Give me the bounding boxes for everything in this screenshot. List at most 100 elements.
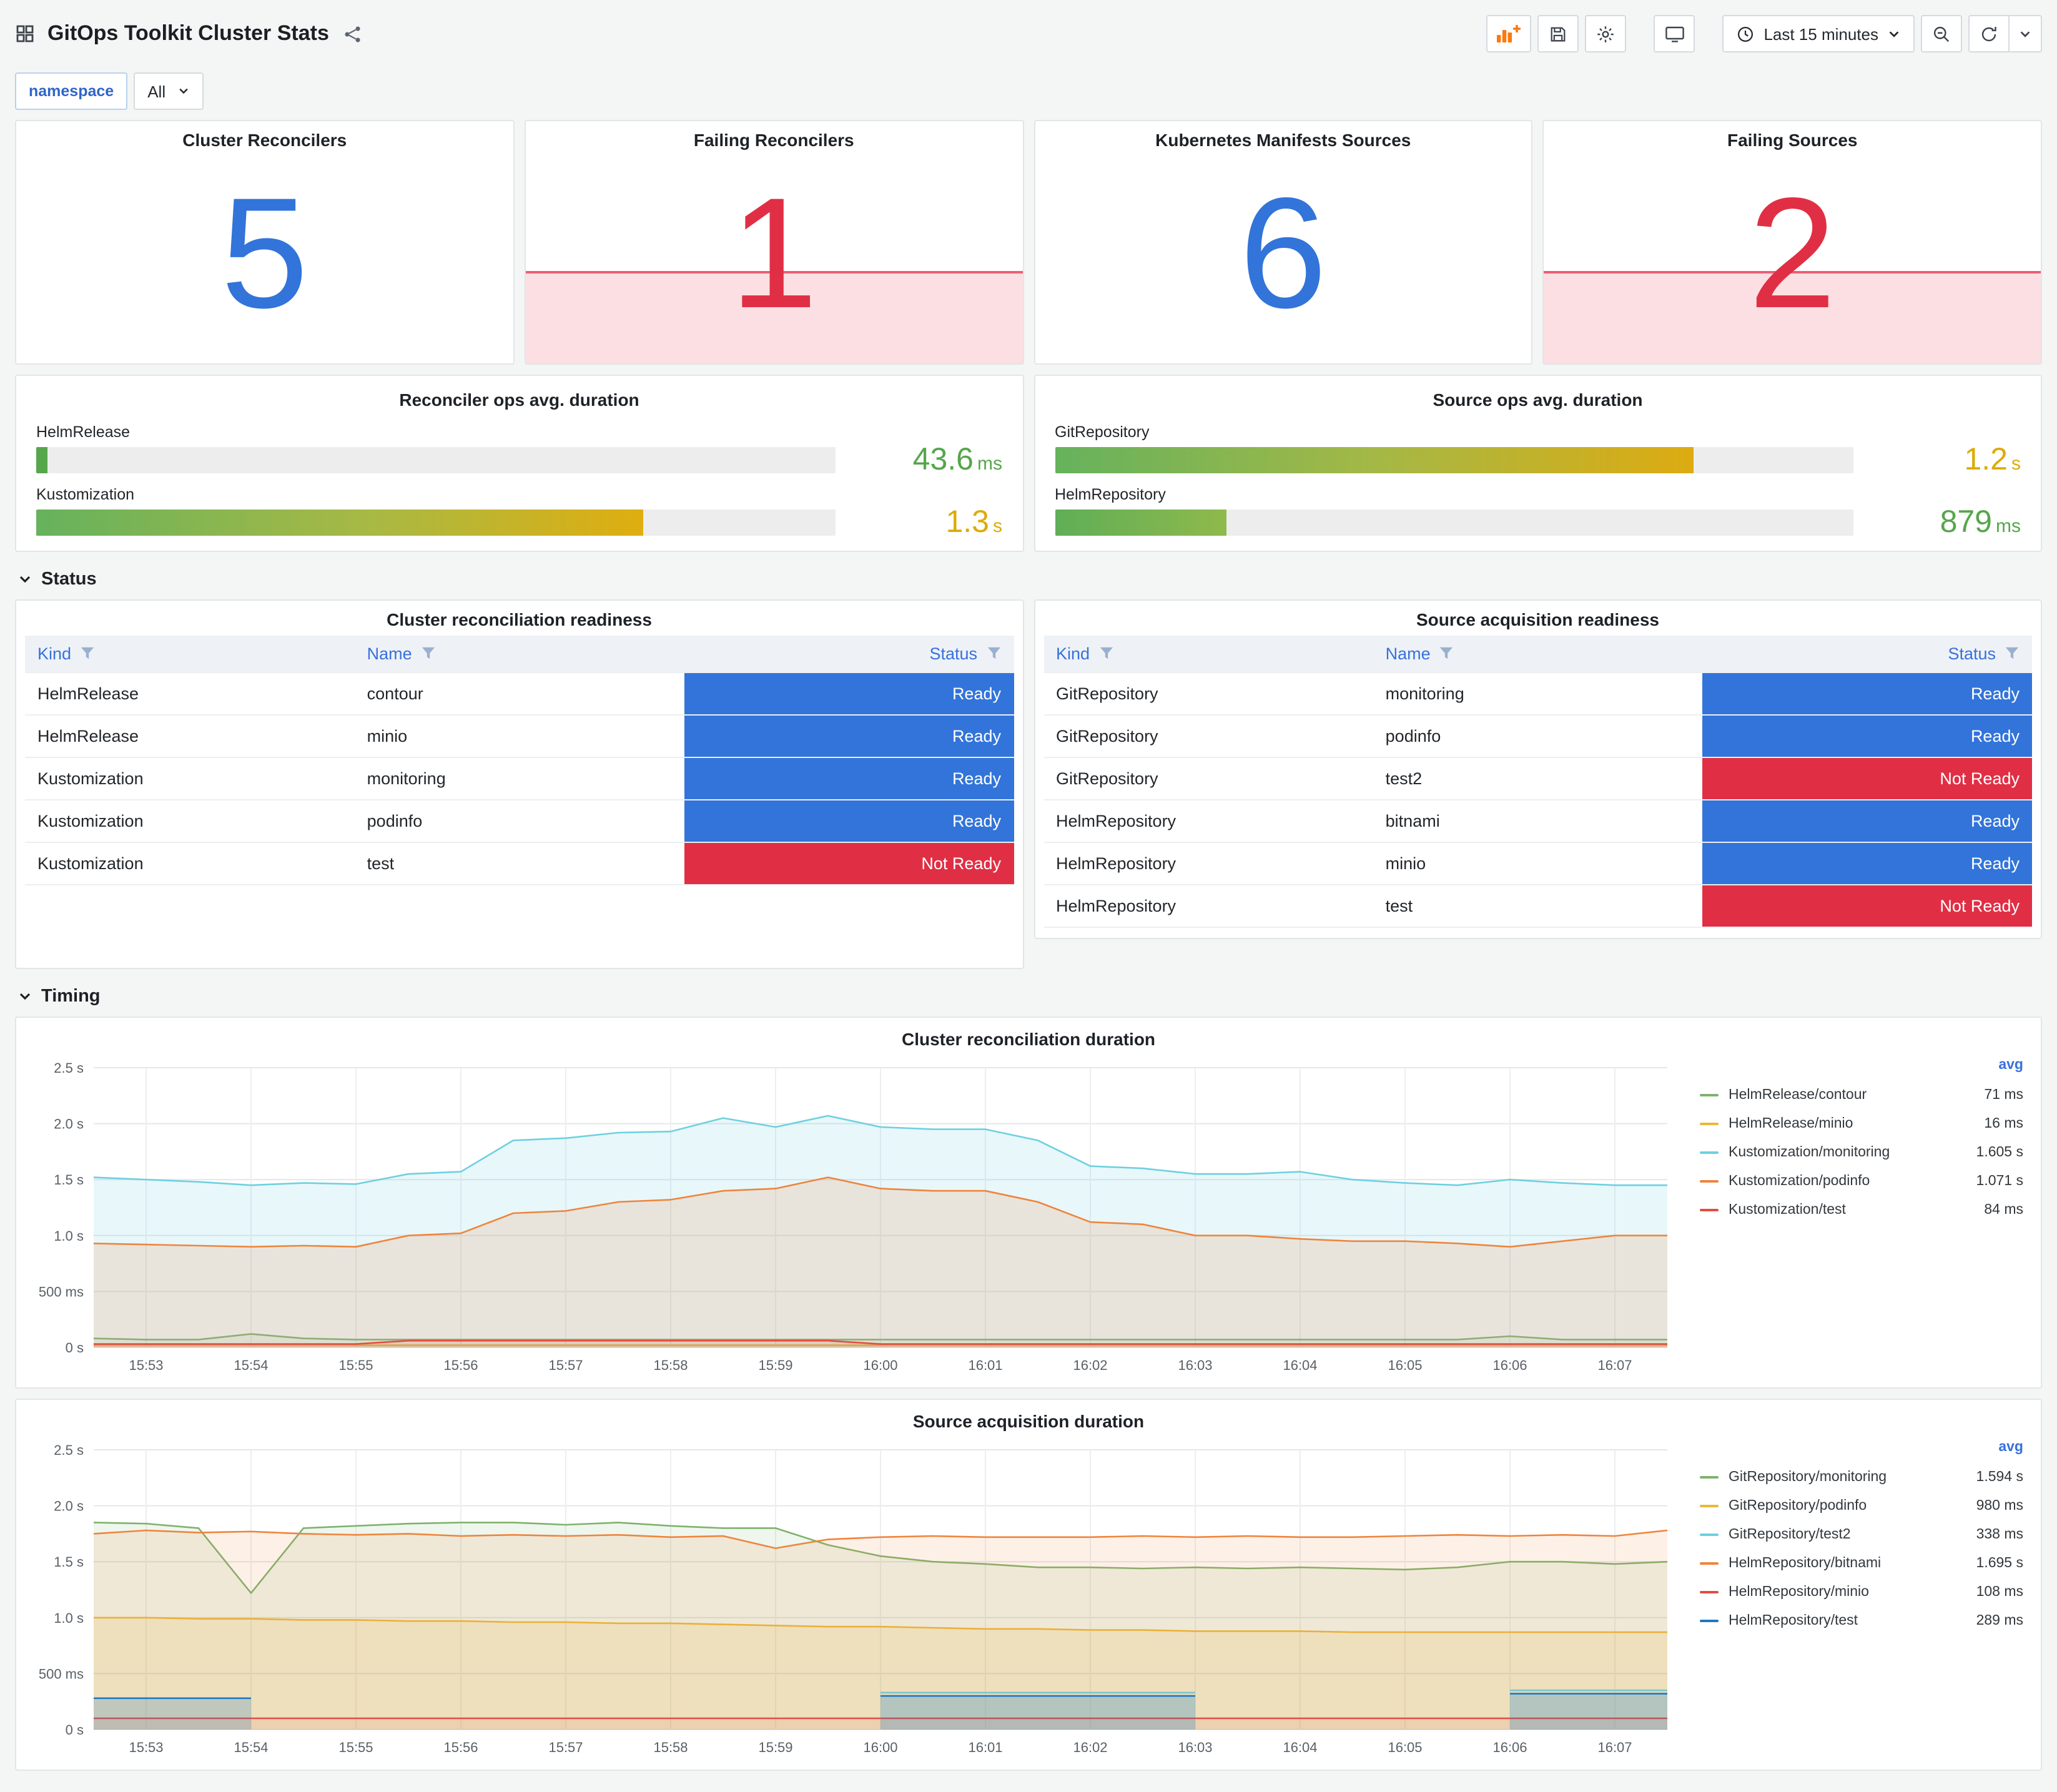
svg-text:15:59: 15:59 <box>758 1357 792 1373</box>
column-header-name[interactable]: Name <box>354 636 684 672</box>
refresh-interval-button[interactable] <box>2010 15 2042 52</box>
legend-item[interactable]: HelmRelease/minio 16 ms <box>1700 1109 2023 1138</box>
refresh-button-group <box>1968 15 2042 52</box>
zoom-out-time-button[interactable] <box>1921 15 1962 52</box>
legend-series-color <box>1700 1533 1719 1535</box>
table-row: HelmRepository minio Ready <box>1043 842 2032 885</box>
svg-text:16:00: 16:00 <box>863 1740 897 1755</box>
svg-text:15:59: 15:59 <box>758 1740 792 1755</box>
gear-icon <box>1597 26 1614 42</box>
stat-value: 2 <box>1749 165 1837 341</box>
section-status[interactable]: Status <box>17 569 2040 589</box>
legend-item[interactable]: GitRepository/podinfo 980 ms <box>1700 1491 2023 1520</box>
column-header-status[interactable]: Status <box>684 636 1014 672</box>
dashboard-settings-button[interactable] <box>1585 15 1627 52</box>
svg-text:500 ms: 500 ms <box>39 1284 84 1299</box>
panel-title[interactable]: Cluster reconciliation readiness <box>16 601 1022 633</box>
refresh-button[interactable] <box>1968 15 2010 52</box>
gauge-track <box>36 510 835 536</box>
legend-item[interactable]: Kustomization/test 84 ms <box>1700 1195 2023 1224</box>
legend-series-color <box>1700 1179 1719 1182</box>
cell-name: test <box>1373 884 1703 928</box>
cell-name: monitoring <box>354 757 684 800</box>
gauge-value: 879 ms <box>1873 506 2021 538</box>
status-tables-row: Cluster reconciliation readiness Kind Nam… <box>15 599 2042 969</box>
gauge-bar <box>1055 510 1226 536</box>
section-timing[interactable]: Timing <box>17 987 2040 1007</box>
cycle-view-mode-button[interactable] <box>1654 15 1695 52</box>
svg-text:16:03: 16:03 <box>1178 1357 1212 1373</box>
dashboard-grid-icon[interactable] <box>15 24 35 44</box>
column-header-name[interactable]: Name <box>1373 636 1703 672</box>
gauge-bar <box>36 447 47 473</box>
legend-item[interactable]: HelmRepository/bitnami 1.695 s <box>1700 1548 2023 1577</box>
filter-icon[interactable] <box>1098 646 1113 661</box>
table-row: GitRepository test2 Not Ready <box>1043 757 2032 800</box>
panel-title[interactable]: Reconciler ops avg. duration <box>36 381 1002 413</box>
legend-item[interactable]: GitRepository/monitoring 1.594 s <box>1700 1462 2023 1491</box>
svg-text:500 ms: 500 ms <box>39 1666 84 1681</box>
legend-item[interactable]: GitRepository/test2 338 ms <box>1700 1520 2023 1548</box>
legend-item[interactable]: HelmRepository/test 289 ms <box>1700 1606 2023 1635</box>
panel-cluster-reconciliation-readiness: Cluster reconciliation readiness Kind Nam… <box>15 599 1024 969</box>
dashboard-title[interactable]: GitOps Toolkit Cluster Stats <box>47 21 329 46</box>
timeseries-plot[interactable]: 0 s 500 ms 1.0 s 1.5 s 2.0 s 2.5 s 15:53 15:54 1… <box>26 1435 1687 1762</box>
time-range-picker[interactable]: Last 15 minutes <box>1722 15 1915 52</box>
column-header-kind[interactable]: Kind <box>1043 636 1373 672</box>
gauge-track <box>1055 510 1853 536</box>
table-row: HelmRelease contour Ready <box>25 672 1014 715</box>
timeseries-plot[interactable]: 0 s 500 ms 1.0 s 1.5 s 2.0 s 2.5 s 15:53 15:54 1… <box>26 1053 1687 1380</box>
legend-avg-header[interactable]: avg <box>1700 1440 2023 1462</box>
column-header-status[interactable]: Status <box>1702 636 2032 672</box>
panel-source-ops-duration: Source ops avg. duration GitRepository 1… <box>1033 375 2042 552</box>
legend-series-name: HelmRelease/contour <box>1729 1087 1867 1102</box>
save-dashboard-button[interactable] <box>1537 15 1579 52</box>
legend-avg-header[interactable]: avg <box>1700 1058 2023 1080</box>
svg-text:0 s: 0 s <box>66 1340 84 1356</box>
panel-title[interactable]: Source ops avg. duration <box>1055 381 2021 413</box>
cell-name: monitoring <box>1373 672 1703 715</box>
filter-icon[interactable] <box>986 646 1001 661</box>
chevron-down-icon <box>17 989 32 1004</box>
legend-series-avg: 338 ms <box>1976 1527 2023 1542</box>
legend-series-name: Kustomization/monitoring <box>1729 1145 1890 1159</box>
panel-title[interactable]: Source acquisition duration <box>26 1402 2031 1435</box>
save-icon <box>1551 26 1566 41</box>
filter-icon[interactable] <box>2005 646 2020 661</box>
filter-icon[interactable] <box>421 646 436 661</box>
legend-item[interactable]: Kustomization/podinfo 1.071 s <box>1700 1166 2023 1195</box>
legend-item[interactable]: Kustomization/monitoring 1.605 s <box>1700 1138 2023 1166</box>
namespace-variable-select[interactable]: All <box>134 72 204 110</box>
legend-item[interactable]: HelmRelease/contour 71 ms <box>1700 1080 2023 1109</box>
table-row: HelmRepository bitnami Ready <box>1043 799 2032 842</box>
filter-icon[interactable] <box>1439 646 1454 661</box>
readiness-table-container: Kind Name Status HelmRelease contour Ready Hel… <box>16 633 1022 885</box>
variables-row: namespace All <box>15 72 2042 110</box>
filter-icon[interactable] <box>80 646 95 661</box>
panel-title[interactable]: Source acquisition readiness <box>1035 601 2041 633</box>
svg-text:15:57: 15:57 <box>548 1357 583 1373</box>
svg-text:16:05: 16:05 <box>1388 1740 1422 1755</box>
panel-title[interactable]: Cluster reconciliation duration <box>26 1020 2031 1053</box>
legend-series-avg: 1.605 s <box>1976 1145 2023 1159</box>
column-header-label: Kind <box>1056 644 1090 663</box>
legend-series-name: HelmRepository/minio <box>1729 1584 1869 1599</box>
legend-item[interactable]: HelmRepository/minio 108 ms <box>1700 1577 2023 1606</box>
legend-series-name: Kustomization/test <box>1729 1202 1846 1217</box>
table-row: Kustomization podinfo Ready <box>25 799 1014 842</box>
cell-status: Not Ready <box>684 842 1014 885</box>
legend-series-name: GitRepository/podinfo <box>1729 1498 1867 1513</box>
column-header-kind[interactable]: Kind <box>25 636 355 672</box>
cell-kind: HelmRepository <box>1043 884 1373 928</box>
cell-name: bitnami <box>1373 799 1703 842</box>
legend-series-avg: 84 ms <box>1984 1202 2023 1217</box>
panel-reconciler-ops-duration: Reconciler ops avg. duration HelmRelease… <box>15 375 1024 552</box>
table-row: HelmRepository test Not Ready <box>1043 884 2032 928</box>
share-icon[interactable] <box>344 24 363 43</box>
svg-text:15:53: 15:53 <box>129 1357 163 1373</box>
legend-series-name: HelmRelease/minio <box>1729 1116 1853 1131</box>
add-panel-button[interactable] <box>1486 15 1532 52</box>
chevron-down-icon <box>17 572 32 587</box>
tv-icon <box>1665 26 1684 42</box>
namespace-variable-label[interactable]: namespace <box>15 72 128 110</box>
